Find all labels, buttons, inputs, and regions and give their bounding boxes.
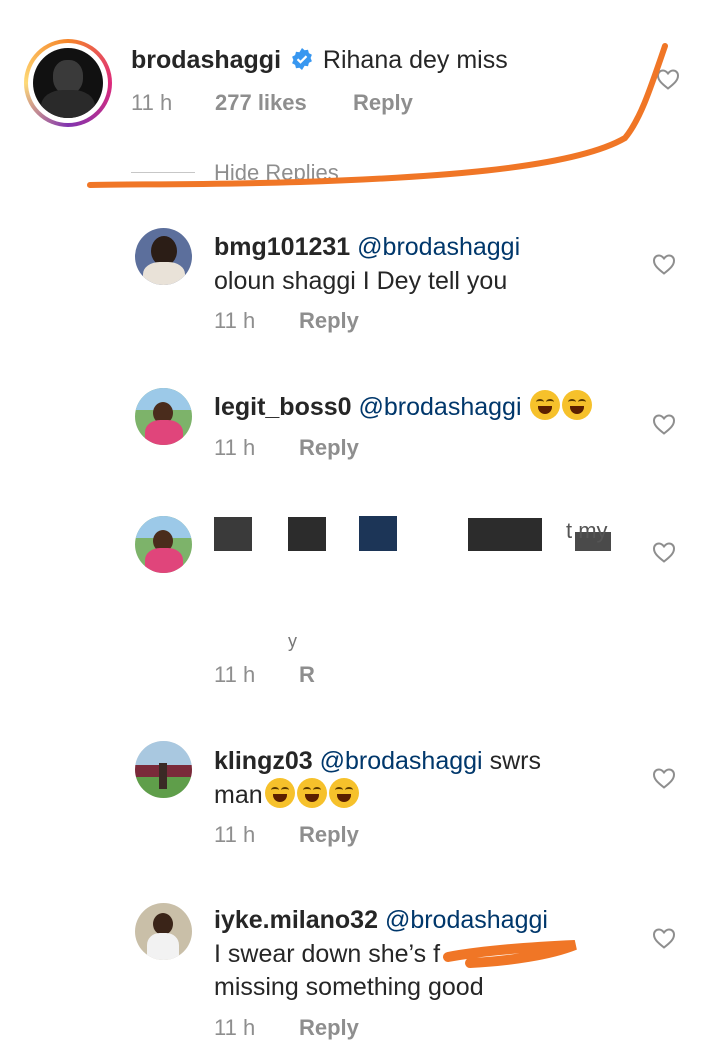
reply-4-text: man bbox=[214, 781, 263, 809]
laughing-emoji-icon bbox=[530, 390, 561, 420]
reply-5-time: 11 h bbox=[214, 1015, 256, 1040]
redaction-block bbox=[468, 518, 542, 551]
heart-icon[interactable] bbox=[652, 541, 676, 563]
reply-5-line1: iyke.milano32 @brodashaggi bbox=[214, 903, 548, 937]
laughing-emoji-icon bbox=[264, 778, 295, 808]
reply-4-mention[interactable]: @brodashaggi bbox=[320, 747, 483, 775]
redaction-block bbox=[214, 517, 252, 551]
reply-3-reply-button[interactable]: R bbox=[299, 662, 315, 688]
reply-3-redacted-tail: t my bbox=[566, 518, 608, 543]
reply-1-username[interactable]: bmg101231 bbox=[214, 233, 350, 261]
reply-2-mention[interactable]: @brodashaggi bbox=[359, 393, 522, 421]
reply-3-partial-line: y bbox=[288, 631, 297, 651]
reply-5-line3: missing something good bbox=[214, 973, 484, 1001]
avatar-legit-boss0[interactable] bbox=[135, 388, 192, 445]
reply-2-username[interactable]: legit_boss0 bbox=[214, 393, 352, 421]
reply-4-time: 11 h bbox=[214, 822, 256, 847]
redaction-block bbox=[359, 516, 397, 551]
heart-icon[interactable] bbox=[652, 927, 676, 949]
reply-1-time: 11 h bbox=[214, 308, 256, 333]
reply-5-mention[interactable]: @brodashaggi bbox=[385, 906, 548, 934]
redaction-block bbox=[288, 517, 326, 551]
reply-5-username[interactable]: iyke.milano32 bbox=[214, 906, 378, 934]
reply-5-line2: I swear down she’s f bbox=[214, 940, 441, 968]
reply-4-line2: man bbox=[214, 778, 359, 812]
laughing-emoji-icon bbox=[296, 778, 327, 808]
avatar-iyke-milano32[interactable] bbox=[135, 903, 192, 960]
reply-1-mention[interactable]: @brodashaggi bbox=[357, 233, 520, 261]
reply-1-line1: bmg101231 @brodashaggi bbox=[214, 230, 520, 264]
scribble-annotation bbox=[87, 43, 668, 188]
reply-4-reply-button[interactable]: Reply bbox=[299, 822, 359, 848]
reply-2-line1: legit_boss0 @brodashaggi bbox=[214, 390, 593, 424]
avatar-klingz03[interactable] bbox=[135, 741, 192, 798]
avatar-bmg101231[interactable] bbox=[135, 228, 192, 285]
avatar-redacted[interactable] bbox=[135, 516, 192, 573]
scribble-annotation bbox=[443, 940, 577, 968]
laughing-emoji-icon bbox=[328, 778, 359, 808]
heart-icon[interactable] bbox=[652, 413, 676, 435]
reply-1-text: oloun shaggi I Dey tell you bbox=[214, 267, 508, 295]
reply-3-time: 11 h bbox=[214, 662, 256, 687]
reply-4-line1: klingz03 @brodashaggi swrs bbox=[214, 744, 541, 778]
heart-icon[interactable] bbox=[652, 767, 676, 789]
heart-icon[interactable] bbox=[652, 253, 676, 275]
reply-5-reply-button[interactable]: Reply bbox=[299, 1015, 359, 1041]
reply-2-reply-button[interactable]: Reply bbox=[299, 435, 359, 461]
reply-1-reply-button[interactable]: Reply bbox=[299, 308, 359, 334]
reply-2-time: 11 h bbox=[214, 435, 256, 460]
reply-4-username[interactable]: klingz03 bbox=[214, 747, 313, 775]
laughing-emoji-icon bbox=[562, 390, 593, 420]
reply-4-text-tail: swrs bbox=[489, 747, 541, 775]
